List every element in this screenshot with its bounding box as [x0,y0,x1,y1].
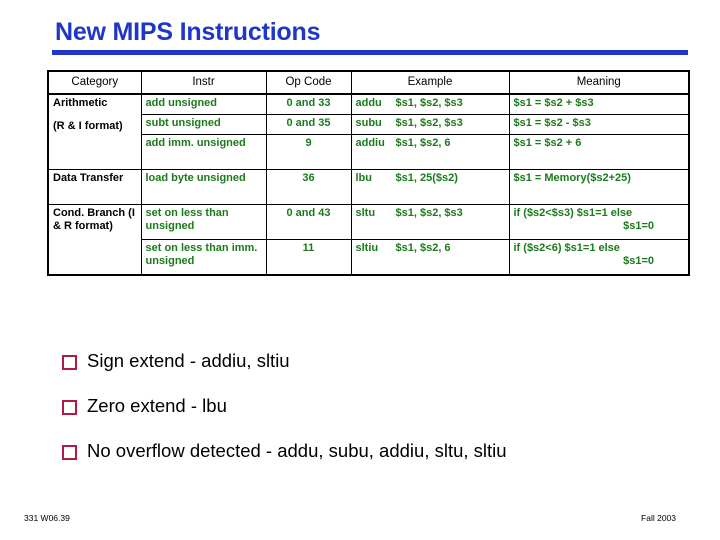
cell-example: sltiu $s1, $s2, 6 [350,239,510,276]
footer-term: Fall 2003 [641,513,676,523]
bullet-text: Sign extend - addiu, sltiu [87,350,290,371]
cell-opcode: 0 and 43 [265,204,352,240]
cell-opcode: 11 [265,239,352,276]
example-operands: $s1, 25($s2) [395,172,458,184]
square-bullet-icon [62,355,77,370]
cell-opcode: 0 and 33 [265,93,352,115]
meaning-text: $s1 = $s2 + 6 [513,137,582,149]
example-mnemonic: addu [355,97,382,109]
cell-opcode: 0 and 35 [265,114,352,135]
example-operands: $s1, $s2, $s3 [395,97,463,109]
meaning-text-line2: $s1=0 [623,254,654,267]
cell-opcode: 9 [265,134,352,170]
bullet-text: No overflow detected - addu, subu, addiu… [87,440,507,461]
cell-instr: load byte unsigned [140,169,267,205]
cell-category: Cond. Branch (I & R format) [47,204,142,276]
meaning-text: $s1 = $s2 + $s3 [513,97,594,109]
cell-instr: set on less than unsigned [140,204,267,240]
column-header-instr: Instr [140,70,267,95]
column-header-meaning: Meaning [508,70,690,95]
meaning-text-line2: $s1=0 [623,219,654,232]
table-row: subt unsigned 0 and 35 subu $s1, $s2, $s3… [48,114,690,135]
bullet-list: Sign extend - addiu, sltiu Zero extend -… [62,350,682,485]
list-item: No overflow detected - addu, subu, addiu… [62,440,682,461]
cell-meaning: $s1 = Memory($s2+25) [508,169,690,205]
cell-meaning: $s1 = $s2 - $s3 [508,114,690,135]
cell-category: Data Transfer [47,169,142,205]
meaning-text: $s1 = Memory($s2+25) [513,172,631,184]
cell-example: addiu $s1, $s2, 6 [350,134,510,170]
footer-slide-id: 331 W06.39 [24,513,70,523]
title-underline-rule [52,50,688,55]
cell-example: lbu $s1, 25($s2) [350,169,510,205]
cell-example: subu $s1, $s2, $s3 [350,114,510,135]
example-mnemonic: sltu [355,207,376,219]
meaning-text: $s1 = $s2 - $s3 [513,117,591,129]
list-item: Zero extend - lbu [62,395,682,416]
example-operands: $s1, $s2, $s3 [395,117,463,129]
example-operands: $s1, $s2, 6 [395,137,451,149]
table-row: Cond. Branch (I & R format) set on less … [47,204,690,276]
meaning-text: if ($s2<$s3) $s1=1 else [513,207,633,219]
example-mnemonic: addiu [355,137,385,149]
category-sublabel: (R & I format) [53,119,123,132]
page-title: New MIPS Instructions [55,18,321,46]
cell-instr: add unsigned [140,93,267,115]
bullet-text: Zero extend - lbu [87,395,227,416]
cell-meaning: if ($s2<6) $s1=1 else $s1=0 [508,239,690,276]
column-header-opcode: Op Code [265,70,352,95]
table-row: Data Transfer load byte unsigned 36 lbu $… [47,169,690,205]
cell-example: sltu $s1, $s2, $s3 [350,204,510,240]
list-item: Sign extend - addiu, sltiu [62,350,682,371]
column-header-category: Category [47,70,142,95]
cell-instr: add imm. unsigned [140,134,267,170]
cell-category: Arithmetic (R & I format) [47,93,142,170]
example-operands: $s1, $s2, $s3 [395,207,463,219]
table-row: Arithmetic (R & I format) add unsigned 0… [47,93,690,170]
table-row: add imm. unsigned 9 addiu $s1, $s2, 6 $s1… [48,134,690,170]
square-bullet-icon [62,400,77,415]
cell-example: addu $s1, $s2, $s3 [350,93,510,115]
example-mnemonic: subu [355,117,382,129]
mips-instructions-table: Category Instr Op Code Example Meaning A… [47,70,690,276]
table-row: set on less than imm. unsigned 11 sltiu $… [48,239,690,276]
cell-opcode: 36 [265,169,352,205]
cell-instr: set on less than imm. unsigned [140,239,267,276]
column-header-example: Example [350,70,510,95]
category-label: Arithmetic [53,97,108,109]
example-mnemonic: lbu [355,172,373,184]
square-bullet-icon [62,445,77,460]
meaning-text: if ($s2<6) $s1=1 else [513,242,620,254]
cell-meaning: $s1 = $s2 + $s3 [508,93,690,115]
cell-meaning: if ($s2<$s3) $s1=1 else $s1=0 [508,204,690,240]
cell-meaning: $s1 = $s2 + 6 [508,134,690,170]
example-operands: $s1, $s2, 6 [395,242,451,254]
cell-instr: subt unsigned [140,114,267,135]
table-header-row: Category Instr Op Code Example Meaning [47,70,690,95]
example-mnemonic: sltiu [355,242,379,254]
